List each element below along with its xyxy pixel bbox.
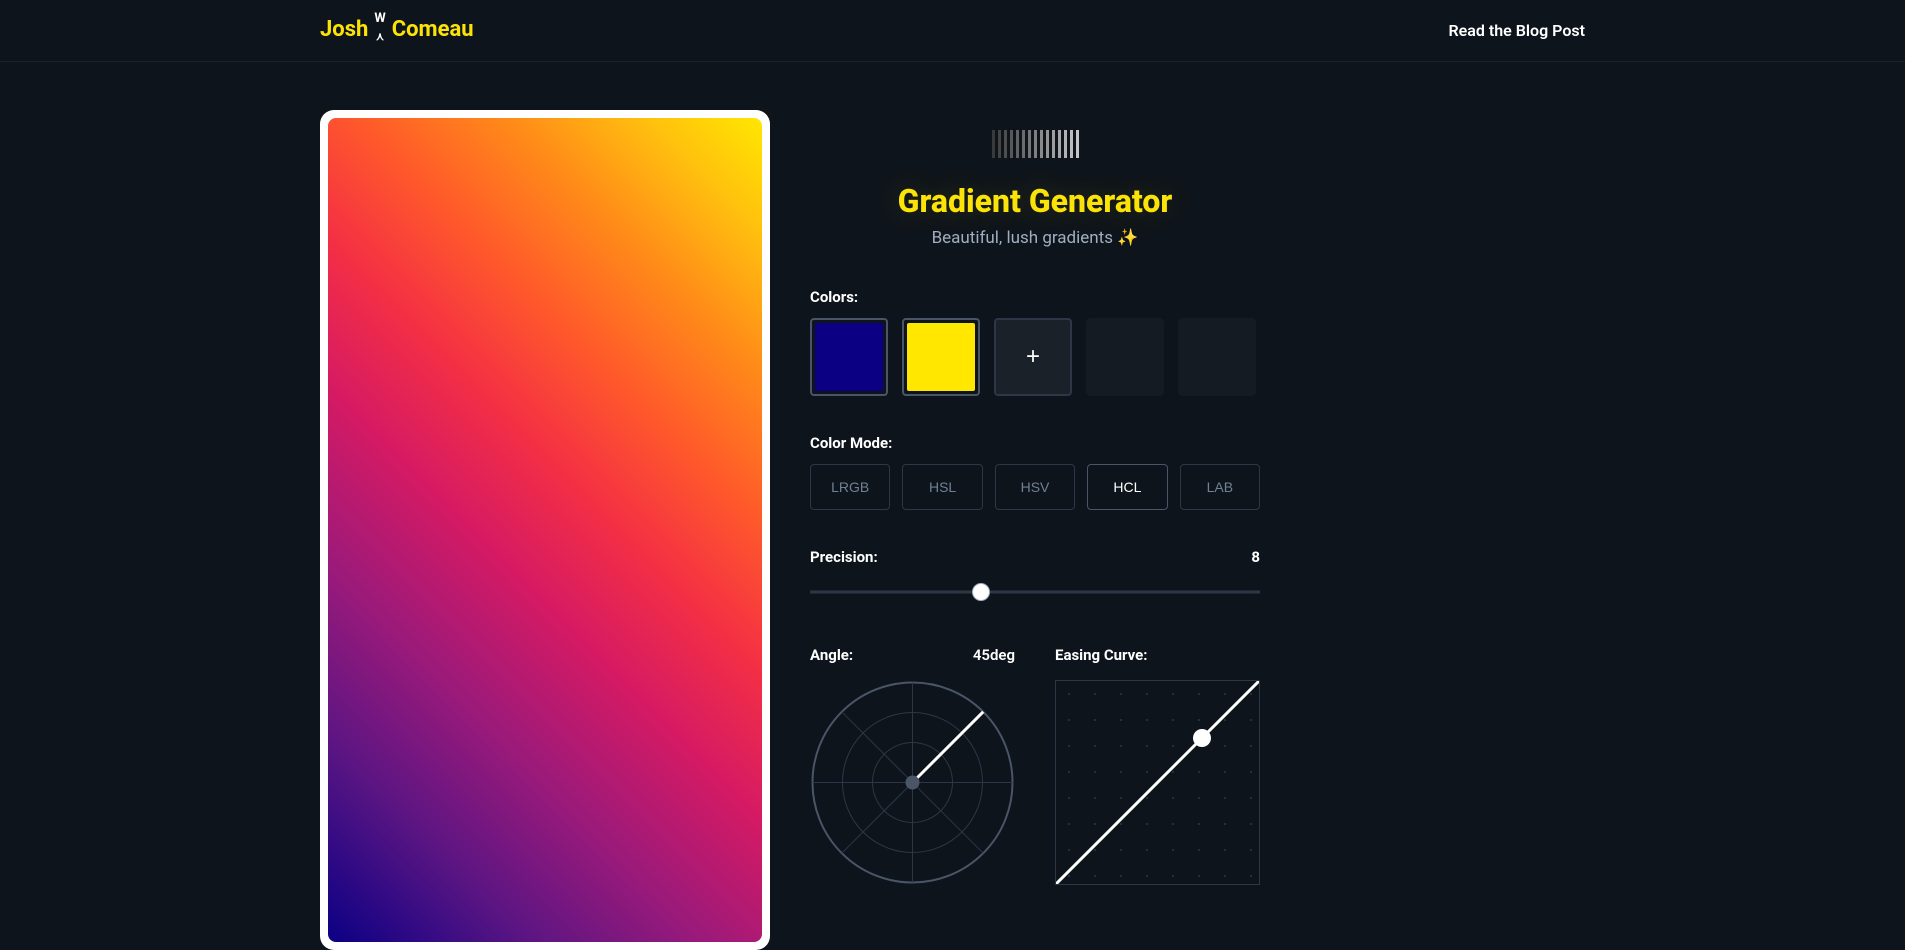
gradient-palette-icon <box>992 130 1079 158</box>
angle-dial[interactable] <box>810 680 1015 885</box>
angle-value: 45deg <box>973 646 1015 664</box>
precision-value: 8 <box>1251 548 1260 566</box>
page-subtitle: Beautiful, lush gradients ✨ <box>810 228 1260 248</box>
blog-post-link[interactable]: Read the Blog Post <box>1448 21 1585 40</box>
color-mode-group: LRGB HSL HSV HCL LAB <box>810 464 1260 510</box>
color-mode-label: Color Mode: <box>810 434 1260 452</box>
logo-last-name: Comeau <box>392 17 474 42</box>
logo-w: W <box>374 14 385 23</box>
logo-first-name: Josh <box>320 17 368 42</box>
add-color-button[interactable]: + <box>994 318 1072 396</box>
empty-color-slot <box>1178 318 1256 396</box>
easing-curve-editor[interactable] <box>1055 680 1260 885</box>
easing-curve-line <box>1056 681 1259 884</box>
slider-thumb[interactable] <box>972 583 990 601</box>
color-swatch-fill <box>815 323 883 391</box>
easing-label: Easing Curve: <box>1055 646 1148 664</box>
angle-label: Angle: <box>810 646 853 664</box>
color-swatch-2[interactable] <box>902 318 980 396</box>
logo[interactable]: Josh W ⋏ Comeau <box>320 17 474 45</box>
mode-lab[interactable]: LAB <box>1180 464 1260 510</box>
slider-track <box>810 591 1260 594</box>
mode-hcl[interactable]: HCL <box>1087 464 1167 510</box>
empty-color-slot <box>1086 318 1164 396</box>
colors-label: Colors: <box>810 288 1260 306</box>
precision-label: Precision: <box>810 548 878 566</box>
plus-icon: + <box>1026 343 1040 371</box>
easing-handle[interactable] <box>1193 729 1211 747</box>
precision-slider[interactable] <box>810 582 1260 602</box>
mode-hsv[interactable]: HSV <box>995 464 1075 510</box>
mode-lrgb[interactable]: LRGB <box>810 464 890 510</box>
angle-dial-svg <box>810 680 1015 885</box>
page-title: Gradient Generator <box>810 182 1260 220</box>
color-swatch-fill <box>907 323 975 391</box>
color-swatch-1[interactable] <box>810 318 888 396</box>
mode-hsl[interactable]: HSL <box>902 464 982 510</box>
gradient-preview-frame <box>320 110 770 950</box>
gradient-preview <box>328 118 762 942</box>
